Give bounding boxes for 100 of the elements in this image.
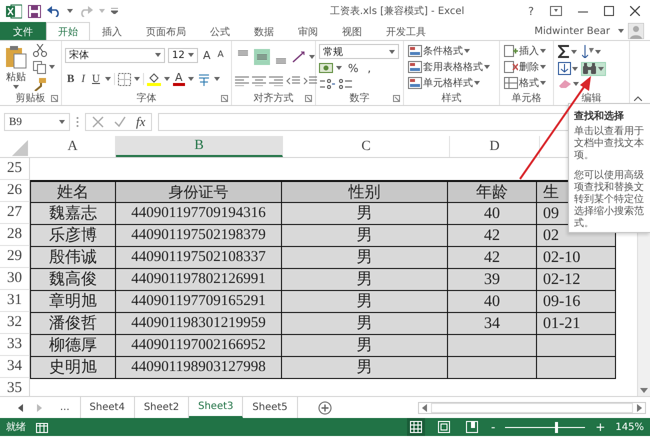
underline-button[interactable]: U <box>90 73 102 86</box>
prev-sheet-icon[interactable] <box>18 404 23 412</box>
page-break-view-icon[interactable] <box>463 418 481 436</box>
caret-icon[interactable] <box>67 9 73 13</box>
zoom-out-button[interactable]: - <box>491 420 496 434</box>
increase-decimal-icon[interactable] <box>319 78 335 90</box>
caret-icon[interactable] <box>188 77 194 82</box>
ribbon-tab[interactable]: 视图 <box>330 22 374 40</box>
normal-view-icon[interactable] <box>407 418 425 436</box>
ribbon-tab[interactable]: 开始 <box>46 22 90 40</box>
bold-button[interactable]: B <box>65 73 76 86</box>
caret-icon[interactable] <box>572 66 578 70</box>
scroll-right-icon[interactable] <box>637 404 642 412</box>
caret-icon[interactable] <box>571 50 577 54</box>
caret-icon[interactable] <box>540 81 546 85</box>
scroll-left-icon[interactable] <box>422 404 427 412</box>
cut-icon[interactable] <box>33 44 47 56</box>
currency-icon[interactable] <box>319 62 333 74</box>
number-format-field[interactable]: 常规 <box>319 44 399 60</box>
zoom-in-button[interactable]: + <box>595 420 606 434</box>
save-icon[interactable] <box>28 4 41 18</box>
caret-icon[interactable] <box>540 65 546 69</box>
ribbon-tab[interactable]: 插入 <box>90 22 134 40</box>
caret-icon[interactable] <box>573 82 579 86</box>
caret-icon[interactable] <box>59 120 65 124</box>
row-header[interactable]: 35 <box>0 378 30 396</box>
caret-icon[interactable] <box>540 49 546 53</box>
close-icon[interactable] <box>630 6 640 16</box>
ribbon-tab[interactable]: 开发工具 <box>374 22 438 40</box>
font-name-field[interactable]: 宋体 <box>65 48 165 63</box>
decrease-indent-icon[interactable] <box>286 76 300 86</box>
find-select-button[interactable] <box>582 62 605 74</box>
font-color-button[interactable]: A <box>172 72 184 86</box>
caret-icon[interactable] <box>134 77 140 82</box>
middle-align-button[interactable] <box>254 48 270 64</box>
zoom-slider-thumb[interactable] <box>554 422 558 432</box>
ribbon-tab[interactable]: 审阅 <box>286 22 330 40</box>
sort-filter-button[interactable] <box>581 45 602 58</box>
dialog-launcher-icon[interactable] <box>393 95 400 102</box>
fill-button[interactable] <box>557 62 579 75</box>
excel-logo-icon[interactable] <box>6 4 22 18</box>
caret-icon[interactable] <box>155 53 161 58</box>
macro-record-icon[interactable] <box>36 422 48 432</box>
collapse-ribbon-icon[interactable] <box>634 96 642 101</box>
file-tab[interactable]: 文件 <box>0 22 46 40</box>
copy-icon[interactable] <box>33 60 46 74</box>
align-center-icon[interactable] <box>252 76 266 86</box>
row-header[interactable]: 25 <box>0 158 30 180</box>
paste-button[interactable]: 粘贴 <box>3 44 29 90</box>
caret-icon[interactable] <box>464 49 470 53</box>
caret-icon[interactable] <box>164 77 170 82</box>
caret-icon[interactable] <box>336 66 342 70</box>
insert-cells-button[interactable]: 插入 <box>503 44 550 58</box>
autosum-button[interactable] <box>557 45 578 58</box>
fill-color-icon[interactable] <box>146 72 161 86</box>
column-header[interactable]: C <box>283 136 450 157</box>
decrease-decimal-icon[interactable] <box>338 78 354 90</box>
user-name[interactable]: Midwinter Bear <box>534 26 610 36</box>
maximize-icon[interactable] <box>604 6 614 16</box>
grow-font-button[interactable]: A <box>201 48 213 62</box>
column-header[interactable]: B <box>116 136 283 157</box>
format-painter-icon[interactable] <box>33 78 47 90</box>
help-button[interactable]: ? <box>528 4 534 18</box>
dialog-launcher-icon[interactable] <box>51 95 58 102</box>
add-sheet-icon[interactable] <box>318 400 332 414</box>
zoom-level[interactable]: 145% <box>615 422 644 432</box>
caret-icon[interactable] <box>598 66 604 70</box>
page-layout-view-icon[interactable] <box>435 418 453 436</box>
caret-icon[interactable] <box>484 65 490 69</box>
ribbon-tab[interactable]: 数据 <box>242 22 286 40</box>
increase-indent-icon[interactable] <box>303 76 317 86</box>
ribbon-tab[interactable]: 页面布局 <box>134 22 198 40</box>
border-icon[interactable] <box>118 72 131 86</box>
ribbon-tab[interactable]: 公式 <box>198 22 242 40</box>
table-format-button[interactable]: 套用表格格式 <box>407 60 496 74</box>
caret-icon[interactable] <box>13 85 19 89</box>
check-icon[interactable] <box>114 116 126 128</box>
name-box[interactable]: B9 <box>4 113 70 131</box>
clear-button[interactable] <box>557 79 580 89</box>
caret-icon[interactable] <box>104 77 111 82</box>
phonetic-icon[interactable] <box>196 72 210 86</box>
caret-icon[interactable] <box>214 77 220 82</box>
column-header[interactable]: D <box>450 136 540 157</box>
caret-icon[interactable] <box>309 54 315 58</box>
customize-toolbar-icon[interactable] <box>111 8 118 14</box>
cell-styles-button[interactable]: 单元格样式 <box>407 76 496 90</box>
format-cells-button[interactable]: 格式 <box>503 76 550 90</box>
caret-icon[interactable] <box>618 29 624 33</box>
align-left-icon[interactable] <box>235 76 249 86</box>
caret-icon[interactable] <box>389 50 395 54</box>
insert-function-button[interactable]: fx <box>136 114 146 130</box>
delete-cells-button[interactable]: 删除 <box>503 60 550 74</box>
comma-button[interactable]: , <box>364 62 374 75</box>
horizontal-scrollbar[interactable] <box>418 402 646 414</box>
orientation-icon[interactable] <box>292 50 306 62</box>
align-right-icon[interactable] <box>269 76 283 86</box>
undo-icon[interactable] <box>47 5 61 17</box>
shrink-font-button[interactable]: A <box>216 50 226 60</box>
dialog-launcher-icon[interactable] <box>221 95 228 102</box>
caret-icon[interactable] <box>595 50 601 54</box>
